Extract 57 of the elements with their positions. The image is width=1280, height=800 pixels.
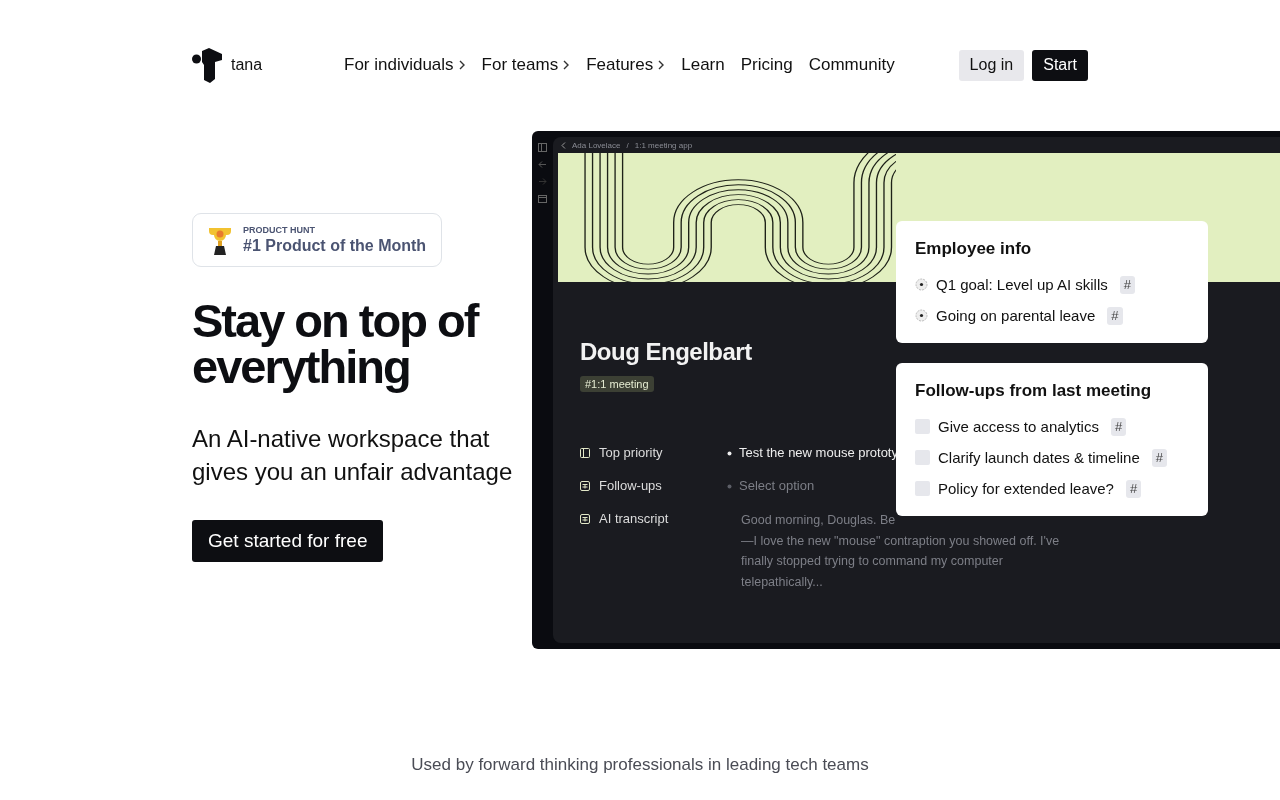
badge-overline: PRODUCT HUNT bbox=[243, 225, 316, 235]
item-text: Give access to analytics bbox=[938, 418, 1099, 435]
back-chevron-icon[interactable] bbox=[561, 141, 566, 149]
item-text: Q1 goal: Level up AI skills bbox=[936, 276, 1108, 293]
logo-icon[interactable] bbox=[192, 47, 222, 83]
nav-link[interactable]: Features bbox=[586, 55, 666, 75]
transcript-line: telepathically... bbox=[741, 573, 824, 591]
supertag[interactable]: #1:1 meeting bbox=[580, 376, 654, 392]
checkbox[interactable] bbox=[915, 481, 930, 496]
breadcrumb-link[interactable]: Ada Lovelace bbox=[572, 140, 621, 150]
nav-link[interactable]: For individuals bbox=[344, 55, 466, 75]
checkbox[interactable] bbox=[915, 450, 930, 465]
nav-link[interactable]: Pricing bbox=[740, 55, 793, 75]
product-hunt-badge[interactable]: PRODUCT HUNT #1 Product of the Month bbox=[192, 213, 442, 267]
card-title: Employee info bbox=[915, 239, 1033, 259]
tag-chip[interactable]: # bbox=[1125, 479, 1142, 498]
logo-text[interactable]: tana bbox=[231, 56, 263, 74]
radio-bullet-icon bbox=[915, 309, 928, 322]
hero-subheadline: An AI-native workspace that gives you an unfair advantage bbox=[192, 424, 514, 487]
login-button[interactable]: Log in bbox=[958, 49, 1025, 81]
transcript-line: Good morning, Douglas. Be bbox=[741, 512, 897, 529]
arrow-left-icon[interactable] bbox=[538, 160, 547, 169]
card-title: Follow-ups from last meeting bbox=[915, 381, 1153, 401]
field-label: Top priority bbox=[599, 444, 663, 462]
radio-bullet-icon bbox=[915, 278, 928, 291]
get-started-button[interactable]: Get started for free bbox=[192, 520, 384, 562]
sidebar-icon[interactable] bbox=[538, 143, 547, 152]
field-label: AI transcript bbox=[599, 510, 669, 528]
transcript-line: —I love the new "mouse" contraption you showed off. I've bbox=[741, 532, 1060, 550]
breadcrumb-link[interactable]: 1:1 meeting app bbox=[634, 140, 693, 150]
badge-title: #1 Product of the Month bbox=[243, 237, 427, 255]
tag-chip[interactable]: # bbox=[1110, 417, 1127, 436]
calendar-icon[interactable] bbox=[538, 194, 547, 203]
item-text: Going on parental leave bbox=[936, 307, 1096, 324]
select-option-placeholder[interactable]: Select option bbox=[739, 477, 815, 495]
tag-chip[interactable]: # bbox=[1107, 306, 1123, 325]
bullet-icon bbox=[727, 450, 732, 456]
nav-link[interactable]: Learn bbox=[681, 55, 725, 75]
page-title: Doug Engelbart bbox=[580, 338, 753, 366]
nav-link[interactable]: Community bbox=[808, 55, 895, 75]
trophy-icon bbox=[207, 225, 233, 255]
transcript-line: finally stopped trying to command my computer bbox=[741, 553, 1004, 570]
bullet-icon bbox=[727, 483, 732, 489]
field-label: Follow-ups bbox=[599, 477, 662, 495]
table-icon bbox=[580, 481, 590, 491]
arrow-right-icon[interactable] bbox=[538, 177, 547, 186]
trusted-by-text: Used by forward thinking professionals in leading tech teams bbox=[411, 755, 869, 774]
item-text: Clarify launch dates & timeline bbox=[938, 449, 1140, 466]
tag-chip[interactable]: # bbox=[1119, 275, 1135, 294]
table-icon bbox=[580, 514, 590, 524]
breadcrumb-separator: / bbox=[626, 140, 629, 150]
nav-link[interactable]: For teams bbox=[481, 55, 571, 75]
start-button[interactable]: Start bbox=[1032, 49, 1088, 81]
tag-chip[interactable]: # bbox=[1151, 448, 1167, 467]
checkbox[interactable] bbox=[915, 419, 930, 434]
panel-icon bbox=[580, 448, 590, 458]
item-text: Policy for extended leave? bbox=[938, 480, 1114, 497]
